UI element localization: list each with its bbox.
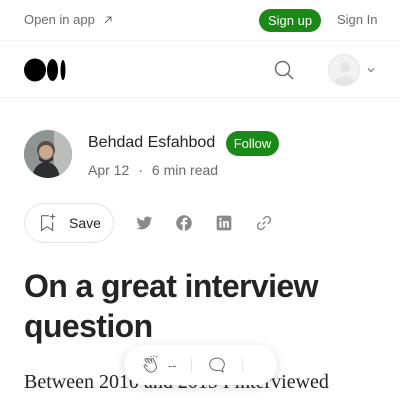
twitter-icon[interactable] [133,212,155,234]
sign-in-link[interactable]: Sign In [337,12,377,27]
linkedin-icon[interactable] [213,212,235,234]
facebook-icon[interactable] [173,212,195,234]
user-menu-button[interactable] [328,53,376,87]
article-title: On a great interview question [24,268,318,344]
author-name[interactable]: Behdad Esfahbod [88,134,215,152]
external-arrow-icon [104,16,112,23]
open-in-app-label: Open in app [24,12,95,27]
clap-icon[interactable] [140,354,162,376]
clap-count: -- [168,357,177,373]
bookmark-add-icon [40,213,56,232]
save-button[interactable]: Save [24,203,114,243]
default-user-icon [335,62,355,85]
open-in-app-link[interactable]: Open in app [24,12,113,27]
floating-action-bar: -- [124,345,277,385]
divider [190,358,192,372]
comment-icon[interactable] [206,354,228,376]
chevron-down-icon [367,68,375,73]
avatar [328,54,360,86]
save-label: Save [69,215,101,231]
follow-button[interactable]: Follow [226,131,279,156]
divider [241,358,243,372]
author-avatar[interactable] [24,130,72,178]
main-navbar [0,41,400,98]
copy-link-icon[interactable] [253,212,275,234]
sign-up-button[interactable]: Sign up [259,9,321,32]
read-time: 6 min read [151,162,219,178]
search-icon[interactable] [272,58,296,82]
meta-separator: · [138,162,143,178]
author-photo-icon [24,130,72,178]
top-banner: Open in app Sign up Sign In [0,0,400,41]
article-meta: Apr 12 · 6 min read [88,162,218,178]
publish-date: Apr 12 [88,162,130,178]
medium-logo-icon[interactable] [24,58,68,82]
